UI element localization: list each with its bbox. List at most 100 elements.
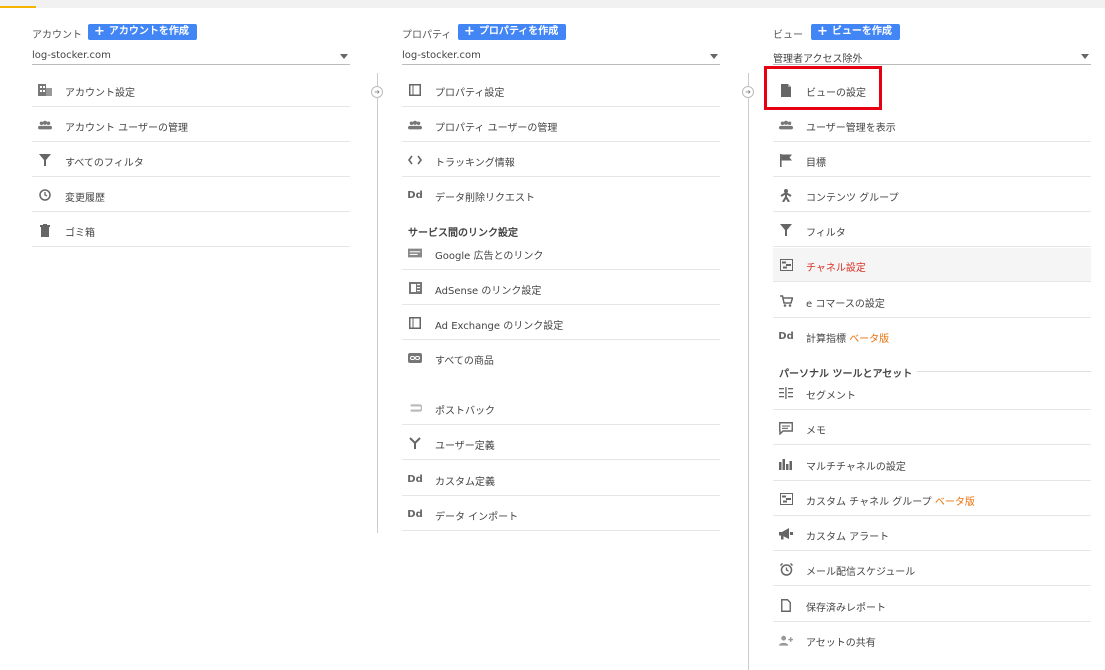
people-icon (408, 118, 422, 132)
view-item-saved-reports[interactable]: 保存済みレポート (773, 588, 1091, 622)
fork-icon (408, 436, 422, 450)
square-icon (408, 83, 422, 97)
view-item-content-groups[interactable]: コンテンツ グループ (773, 178, 1091, 212)
item-label: ゴミ箱 (65, 228, 95, 239)
item-label: Google 広告とのリンク (435, 251, 544, 262)
property-item-custom-definition[interactable]: Dd カスタム定義 (402, 462, 720, 496)
account-item-settings[interactable]: アカウント設定 (32, 73, 350, 107)
item-label: 計算指標 ベータ版 (806, 334, 890, 345)
property-item-settings[interactable]: プロパティ設定 (402, 73, 720, 107)
item-label: ポストバック (435, 406, 495, 417)
account-item-users[interactable]: アカウント ユーザーの管理 (32, 108, 350, 142)
cart-icon (779, 294, 793, 308)
people-icon (38, 118, 52, 132)
create-property-button[interactable]: + プロパティを作成 (458, 24, 567, 40)
alarm-icon (779, 562, 793, 576)
highlight-box (764, 66, 882, 110)
filter-icon (38, 153, 52, 167)
item-label: e コマースの設定 (806, 299, 885, 310)
item-label: アカウント設定 (65, 88, 135, 99)
property-item-user-definition[interactable]: ユーザー定義 (402, 426, 720, 460)
flag-icon (779, 153, 793, 167)
view-item-users[interactable]: ユーザー管理を表示 (773, 108, 1091, 142)
view-item-annotations[interactable]: メモ (773, 411, 1091, 445)
item-label: コンテンツ グループ (806, 193, 899, 204)
account-item-trash[interactable]: ゴミ箱 (32, 213, 350, 247)
bar-chart-icon (779, 457, 793, 471)
item-label: カスタム チャネル グループ ベータ版 (806, 497, 975, 508)
create-view-button[interactable]: + ビューを作成 (811, 24, 900, 40)
link-icon (408, 351, 422, 365)
beta-badge: ベータ版 (849, 334, 890, 345)
item-label: フィルタ (806, 228, 846, 239)
adsense-icon (408, 281, 422, 295)
item-label: 目標 (806, 158, 826, 169)
property-label: プロパティ (402, 30, 452, 41)
item-label: カスタム定義 (435, 477, 495, 488)
property-item-postback[interactable]: ポストバック (402, 391, 720, 425)
account-selector[interactable]: log-stocker.com (32, 48, 350, 65)
account-item-filters[interactable]: すべてのフィルタ (32, 143, 350, 177)
item-label: セグメント (806, 391, 856, 402)
view-item-scheduled-emails[interactable]: メール配信スケジュール (773, 552, 1091, 586)
caret-down-icon (1081, 54, 1089, 59)
plus-icon: + (464, 24, 475, 39)
view-item-calculated-metrics[interactable]: Dd 計算指標 ベータ版 (773, 319, 1091, 353)
property-item-data-deletion[interactable]: Dd データ削除リクエスト (402, 178, 720, 212)
item-label: すべての商品 (435, 356, 494, 367)
code-icon (408, 153, 422, 167)
property-item-ad-exchange[interactable]: Ad Exchange のリンク設定 (402, 306, 720, 340)
property-item-google-ads[interactable]: Google 広告とのリンク (402, 236, 720, 270)
view-item-ecommerce[interactable]: e コマースの設定 (773, 284, 1091, 318)
view-item-goals[interactable]: 目標 (773, 143, 1091, 177)
dd-icon: Dd (407, 473, 423, 485)
top-bar (0, 0, 1105, 8)
property-selected-value: log-stocker.com (402, 50, 481, 61)
building-icon (38, 83, 52, 97)
item-label: カスタム アラート (806, 532, 890, 543)
property-item-data-import[interactable]: Dd データ インポート (402, 497, 720, 531)
account-item-history[interactable]: 変更履歴 (32, 178, 350, 212)
create-account-button[interactable]: + アカウントを作成 (88, 24, 197, 40)
dd-icon: Dd (778, 330, 794, 342)
item-label: データ インポート (435, 512, 519, 523)
arrow-right-icon: ➜ (742, 86, 754, 98)
column-divider (748, 73, 749, 670)
view-item-channel-settings[interactable]: チャネル設定 (773, 248, 1091, 282)
plus-icon: + (817, 24, 828, 39)
item-label: ユーザー管理を表示 (806, 123, 896, 134)
view-item-filters[interactable]: フィルタ (773, 213, 1091, 247)
property-item-adsense[interactable]: AdSense のリンク設定 (402, 271, 720, 305)
view-item-segments[interactable]: セグメント (773, 376, 1091, 410)
trash-icon (38, 223, 52, 237)
view-selector[interactable]: 管理者アクセス除外 (773, 48, 1091, 65)
ads-icon (408, 246, 422, 260)
property-item-all-products[interactable]: すべての商品 (402, 341, 720, 375)
property-item-tracking[interactable]: トラッキング情報 (402, 143, 720, 177)
view-item-custom-alerts[interactable]: カスタム アラート (773, 517, 1091, 551)
person-walk-icon (779, 188, 793, 202)
item-label: 保存済みレポート (806, 603, 886, 614)
item-label: トラッキング情報 (435, 158, 515, 169)
view-item-share-assets[interactable]: アセットの共有 (773, 623, 1091, 657)
view-selected-value: 管理者アクセス除外 (773, 54, 863, 65)
item-label: AdSense のリンク設定 (435, 286, 542, 297)
account-selected-value: log-stocker.com (32, 50, 111, 61)
account-label: アカウント (32, 30, 82, 41)
arrow-right-icon: ➜ (371, 86, 383, 98)
beta-badge: ベータ版 (934, 497, 975, 508)
top-accent (0, 6, 36, 8)
item-label: アセットの共有 (806, 638, 876, 649)
item-label: 変更履歴 (65, 193, 105, 204)
plus-icon: + (94, 24, 105, 39)
property-item-users[interactable]: プロパティ ユーザーの管理 (402, 108, 720, 142)
megaphone-icon (779, 527, 793, 541)
people-icon (779, 118, 793, 132)
item-label: マルチチャネルの設定 (806, 462, 906, 473)
channel-icon (779, 492, 793, 506)
person-add-icon (779, 633, 793, 647)
view-item-custom-channel-groups[interactable]: カスタム チャネル グループ ベータ版 (773, 482, 1091, 516)
view-item-multichannel[interactable]: マルチチャネルの設定 (773, 447, 1091, 481)
property-selector[interactable]: log-stocker.com (402, 48, 720, 65)
caret-down-icon (340, 54, 348, 59)
